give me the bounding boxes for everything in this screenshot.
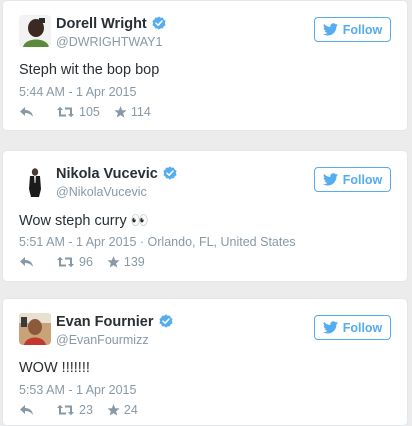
favorite-star-icon [107,256,120,268]
avatar[interactable] [19,313,51,345]
author-handle[interactable]: @DWRIGHTWAY1 [56,35,162,49]
follow-button[interactable]: Follow [314,315,391,340]
favorite-count: 24 [123,403,138,417]
tweet-timestamp[interactable]: 5:51 AM - 1 Apr 2015 · Orlando, FL, Unit… [19,235,296,249]
favorite-count: 139 [123,255,145,269]
author-name-text: Evan Fournier [56,314,154,330]
follow-button[interactable]: Follow [314,167,391,192]
author-handle[interactable]: @NikolaVucevic [56,185,147,199]
reply-icon [20,257,33,267]
avatar[interactable] [19,15,51,47]
author-name[interactable]: Nikola Vucevic [56,166,177,182]
twitter-bird-icon [322,23,338,36]
verified-badge-icon [163,166,177,180]
author-handle[interactable]: @EvanFourmizz [56,333,149,347]
tweet-text: Wow steph curry 👀 [19,213,149,229]
verified-badge-icon [158,314,173,328]
favorite-star-icon [114,106,127,118]
tweet-timestamp[interactable]: 5:44 AM - 1 Apr 2015 [19,85,136,99]
retweet-count: 96 [79,255,93,269]
retweet-icon [57,256,74,268]
verified-badge-icon [152,16,166,30]
tweet-text: Steph wit the bop bop [19,62,160,78]
retweet-button[interactable]: 23 [56,403,93,417]
avatar[interactable] [19,165,51,197]
favorite-star-icon [107,404,120,416]
favorite-button[interactable]: 139 [107,255,145,269]
retweet-icon [57,106,74,118]
author-name[interactable]: Dorell Wright [56,16,166,32]
reply-button[interactable] [19,404,34,416]
follow-label: Follow [342,320,383,335]
reply-icon [20,405,33,415]
tweet-card: Dorell Wright @DWRIGHTWAY1 Follow Steph … [2,0,408,131]
twitter-bird-icon [322,321,338,334]
favorite-button[interactable]: 114 [114,105,151,119]
reply-button[interactable] [19,256,34,268]
retweet-icon [57,404,74,416]
favorite-count: 114 [130,105,151,119]
tweet-text: WOW !!!!!!! [19,360,90,376]
retweet-button[interactable]: 105 [56,105,100,119]
author-name-text: Dorell Wright [56,16,147,32]
follow-label: Follow [342,172,383,187]
author-name-text: Nikola Vucevic [56,166,158,182]
reply-button[interactable] [19,106,34,118]
tweet-actions: 23 24 [19,403,138,417]
tweet-card: Nikola Vucevic @NikolaVucevic Follow Wow… [2,150,408,282]
twitter-bird-icon [322,173,338,186]
retweet-count: 23 [79,403,93,417]
tweet-actions: 105 114 [19,105,151,119]
follow-button[interactable]: Follow [314,17,391,42]
retweet-count: 105 [79,105,100,119]
tweet-actions: 96 139 [19,255,145,269]
reply-icon [20,107,33,117]
retweet-button[interactable]: 96 [56,255,93,269]
favorite-button[interactable]: 24 [107,403,138,417]
follow-label: Follow [342,22,383,37]
tweet-timestamp[interactable]: 5:53 AM - 1 Apr 2015 [19,383,136,397]
tweet-card: Evan Fournier @EvanFourmizz Follow WOW !… [2,298,408,426]
author-name[interactable]: Evan Fournier [56,314,173,330]
